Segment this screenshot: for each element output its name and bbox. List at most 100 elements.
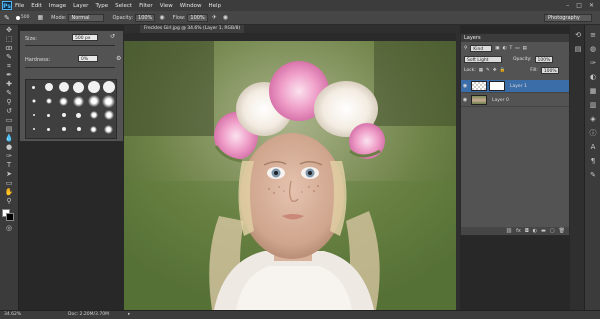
fx-icon[interactable]: fx bbox=[516, 228, 521, 234]
brush-preset[interactable] bbox=[47, 127, 50, 131]
layer-name[interactable]: Layer 0 bbox=[492, 98, 509, 103]
mask-icon[interactable]: ◘ bbox=[525, 228, 529, 234]
brush-preset[interactable] bbox=[58, 82, 69, 92]
clone-stamp-tool-icon[interactable]: ⚲ bbox=[3, 99, 15, 106]
minimize-icon[interactable]: – bbox=[566, 2, 569, 9]
close-icon[interactable]: ✕ bbox=[589, 2, 594, 9]
brush-size-field[interactable]: 500 px bbox=[72, 34, 98, 41]
brush-preset-picker[interactable]: 500 bbox=[15, 15, 29, 20]
tool-presets-icon[interactable]: ✎ bbox=[588, 171, 598, 179]
brush-preset[interactable] bbox=[76, 127, 81, 131]
airbrush-icon[interactable]: ✈ bbox=[212, 14, 217, 21]
brush-preset[interactable] bbox=[59, 96, 68, 106]
layer-opacity-field[interactable]: 100% bbox=[534, 56, 553, 63]
lock-transparent-icon[interactable]: ▦ bbox=[479, 68, 483, 73]
menu-filter[interactable]: Filter bbox=[139, 3, 153, 9]
lock-all-icon[interactable]: 🔒 bbox=[500, 68, 506, 73]
document-tab[interactable]: Freckles Girl.jpg @ 34.6% (Layer 1, RGB/… bbox=[140, 25, 245, 33]
fill-field[interactable]: 100% bbox=[540, 67, 559, 74]
layers-stack-icon[interactable]: ≡ bbox=[588, 31, 598, 39]
brush-preset[interactable] bbox=[44, 83, 53, 91]
workspace-switcher[interactable]: Photography bbox=[544, 13, 592, 22]
path-select-tool-icon[interactable]: ➤ bbox=[3, 171, 15, 178]
brush-size-slider[interactable] bbox=[25, 45, 115, 46]
brush-preset[interactable] bbox=[102, 94, 115, 108]
healing-tool-icon[interactable]: ✚ bbox=[3, 81, 15, 88]
eyedropper-tool-icon[interactable]: ✒ bbox=[3, 72, 15, 79]
folder-icon[interactable]: ▬ bbox=[541, 228, 546, 234]
layer-name[interactable]: Layer 1 bbox=[510, 84, 527, 89]
brush-preset[interactable] bbox=[87, 95, 100, 107]
eraser-tool-icon[interactable]: ▭ bbox=[3, 117, 15, 124]
maximize-icon[interactable]: □ bbox=[576, 2, 582, 9]
brush-preset[interactable] bbox=[32, 85, 35, 89]
brush-preset[interactable] bbox=[45, 98, 52, 104]
type-tool-icon[interactable]: T bbox=[3, 162, 15, 169]
brush-panel-toggle-icon[interactable]: ▦ bbox=[37, 14, 43, 21]
brush-preset[interactable] bbox=[103, 110, 114, 120]
document-photo[interactable] bbox=[124, 41, 456, 310]
lasso-tool-icon[interactable]: ꝏ bbox=[3, 45, 15, 52]
properties-icon[interactable]: ▤ bbox=[573, 45, 583, 53]
background-color-swatch[interactable] bbox=[6, 213, 14, 221]
history-icon[interactable]: ⟲ bbox=[573, 31, 583, 39]
filter-shape-icon[interactable]: ▭ bbox=[515, 46, 519, 51]
kind-filter-select[interactable]: Kind bbox=[470, 45, 493, 52]
pen-tool-icon[interactable]: ✑ bbox=[3, 153, 15, 160]
brush-tool-icon[interactable]: ✎ bbox=[3, 90, 15, 97]
layers-panel-tab[interactable]: Layers bbox=[461, 34, 569, 42]
menu-window[interactable]: Window bbox=[180, 3, 202, 9]
brush-preset[interactable] bbox=[76, 112, 81, 118]
trash-icon[interactable]: 🗑 bbox=[559, 228, 565, 234]
filter-pixel-icon[interactable]: ▣ bbox=[495, 46, 499, 51]
character-icon[interactable]: A bbox=[588, 143, 598, 151]
flow-field[interactable]: 100% bbox=[187, 13, 208, 22]
gradient-tool-icon[interactable]: ▤ bbox=[3, 126, 15, 133]
layer-mask-thumbnail[interactable] bbox=[489, 81, 505, 91]
hand-tool-icon[interactable]: ✋ bbox=[3, 189, 15, 196]
brush-preset[interactable] bbox=[102, 81, 115, 93]
brush-preset[interactable] bbox=[47, 113, 50, 117]
canvas-area[interactable] bbox=[124, 33, 456, 310]
hardness-slider[interactable] bbox=[25, 67, 115, 68]
menu-help[interactable]: Help bbox=[208, 3, 221, 9]
brush-preset[interactable] bbox=[89, 111, 98, 119]
color-swatches[interactable] bbox=[2, 209, 16, 221]
filter-adjustment-icon[interactable]: ◐ bbox=[503, 46, 507, 51]
menu-select[interactable]: Select bbox=[115, 3, 132, 9]
move-tool-icon[interactable]: ✥ bbox=[3, 27, 15, 34]
brush-preset[interactable] bbox=[31, 99, 36, 103]
link-icon[interactable]: ⛓ bbox=[506, 228, 512, 234]
dodge-tool-icon[interactable]: ● bbox=[3, 144, 15, 151]
blur-tool-icon[interactable]: 💧 bbox=[3, 135, 15, 142]
layer-row-layer-0[interactable]: ◉ Layer 0 bbox=[461, 94, 569, 107]
panel-menu-icon[interactable]: ⚙ bbox=[116, 55, 121, 62]
opacity-field[interactable]: 100% bbox=[135, 13, 156, 22]
crop-tool-icon[interactable]: ⌗ bbox=[3, 63, 15, 70]
menu-view[interactable]: View bbox=[160, 3, 173, 9]
adjustment-icon[interactable]: ◐ bbox=[533, 228, 537, 234]
eye-icon[interactable]: ◉ bbox=[461, 83, 469, 89]
lock-position-icon[interactable]: ✥ bbox=[493, 68, 497, 73]
swatches-icon[interactable]: ▥ bbox=[588, 101, 598, 109]
color-icon[interactable]: ◈ bbox=[588, 115, 598, 123]
menu-edit[interactable]: Edit bbox=[31, 3, 42, 9]
history-brush-tool-icon[interactable]: ↺ bbox=[3, 108, 15, 115]
lock-pixels-icon[interactable]: ✎ bbox=[486, 68, 490, 73]
brush-preset[interactable] bbox=[104, 124, 113, 134]
styles-icon[interactable]: ▦ bbox=[588, 87, 598, 95]
brush-tool-icon[interactable]: ✎ bbox=[4, 14, 10, 22]
status-menu-icon[interactable]: ▸ bbox=[128, 311, 130, 319]
info-icon[interactable]: ⓘ bbox=[588, 129, 598, 137]
brush-preset[interactable] bbox=[32, 114, 35, 116]
marquee-tool-icon[interactable]: ⬚ bbox=[3, 36, 15, 43]
pressure-size-icon[interactable]: ◉ bbox=[223, 14, 228, 21]
paths-icon[interactable]: ✑ bbox=[588, 59, 598, 67]
filter-smart-icon[interactable]: ▤ bbox=[523, 46, 527, 51]
zoom-tool-icon[interactable]: ⚲ bbox=[3, 198, 15, 205]
brush-preset[interactable] bbox=[73, 81, 84, 93]
hardness-field[interactable]: 0% bbox=[78, 55, 98, 62]
brush-preset[interactable] bbox=[32, 128, 35, 130]
brush-preset[interactable] bbox=[73, 95, 84, 107]
mode-select[interactable]: Normal bbox=[68, 13, 105, 22]
